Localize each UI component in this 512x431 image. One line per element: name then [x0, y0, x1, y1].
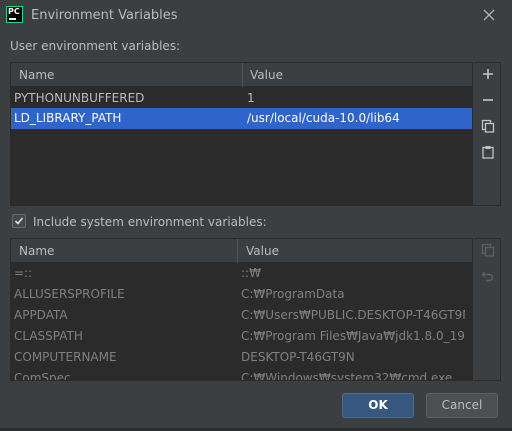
- app-icon-text: PC: [8, 7, 20, 16]
- app-icon-bar: [9, 18, 16, 20]
- table-header: Name Value: [11, 239, 472, 263]
- title-bar: PC Environment Variables: [0, 0, 512, 31]
- table-row[interactable]: COMPUTERNAME DESKTOP-T46GT9N: [11, 347, 472, 368]
- column-separator[interactable]: [242, 63, 243, 87]
- revert-icon[interactable]: [476, 265, 500, 287]
- column-header-value[interactable]: Value: [250, 68, 283, 82]
- variable-name: LD_LIBRARY_PATH: [14, 111, 122, 125]
- table-row[interactable]: ComSpec C:₩Windows₩system32₩cmd.exe: [11, 368, 472, 381]
- variable-value: 1: [247, 91, 255, 105]
- table-row[interactable]: ALLUSERSPROFILE C:₩ProgramData: [11, 284, 472, 305]
- remove-icon[interactable]: [476, 89, 500, 111]
- variable-value: /usr/local/cuda-10.0/lib64: [247, 111, 400, 125]
- environment-variables-dialog: PC Environment Variables User environmen…: [0, 0, 512, 431]
- table-row[interactable]: CLASSPATH C:₩Program Files₩Java₩jdk1.8.0…: [11, 326, 472, 347]
- variable-name: ComSpec: [14, 371, 71, 381]
- table-row[interactable]: PYTHONUNBUFFERED 1: [11, 88, 472, 109]
- variable-name: ALLUSERSPROFILE: [14, 287, 125, 301]
- include-system-label[interactable]: Include system environment variables:: [33, 215, 267, 229]
- column-separator[interactable]: [237, 239, 238, 263]
- variable-name: =::: [14, 266, 33, 280]
- dialog-title: Environment Variables: [31, 8, 178, 23]
- variable-name: PYTHONUNBUFFERED: [14, 91, 145, 105]
- variable-value: C:₩Users₩PUBLIC.DESKTOP-T46GT9N...: [241, 308, 465, 322]
- column-header-name[interactable]: Name: [19, 68, 54, 82]
- add-icon[interactable]: [476, 63, 500, 85]
- variable-value: DESKTOP-T46GT9N: [241, 350, 355, 364]
- copy-icon[interactable]: [476, 115, 500, 137]
- variable-name: COMPUTERNAME: [14, 350, 117, 364]
- table-row[interactable]: APPDATA C:₩Users₩PUBLIC.DESKTOP-T46GT9N.…: [11, 305, 472, 326]
- user-variables-label: User environment variables:: [10, 39, 181, 53]
- table-row-selected[interactable]: LD_LIBRARY_PATH /usr/local/cuda-10.0/lib…: [11, 108, 472, 129]
- copy-icon[interactable]: [476, 239, 500, 261]
- table-row[interactable]: =:: ::₩: [11, 263, 472, 284]
- variable-name: APPDATA: [14, 308, 68, 322]
- close-icon[interactable]: [480, 6, 498, 24]
- column-header-value[interactable]: Value: [246, 244, 279, 258]
- variable-name: CLASSPATH: [14, 329, 83, 343]
- variable-value: ::₩: [241, 266, 261, 280]
- variable-value: C:₩ProgramData: [241, 287, 345, 301]
- cancel-button[interactable]: Cancel: [426, 393, 498, 418]
- ok-button[interactable]: OK: [342, 393, 414, 418]
- table-header: Name Value: [11, 63, 472, 87]
- include-system-checkbox[interactable]: [12, 214, 26, 228]
- variable-value: C:₩Program Files₩Java₩jdk1.8.0_191₩...: [241, 329, 465, 343]
- system-variables-table[interactable]: Name Value =:: ::₩ ALLUSERSPROFILE C:₩Pr…: [10, 238, 473, 381]
- pycharm-logo-icon: PC: [6, 6, 23, 23]
- variable-value: C:₩Windows₩system32₩cmd.exe: [241, 371, 453, 381]
- column-header-name[interactable]: Name: [19, 244, 54, 258]
- user-variables-table[interactable]: Name Value PYTHONUNBUFFERED 1 LD_LIBRARY…: [10, 62, 473, 206]
- paste-icon[interactable]: [476, 141, 500, 163]
